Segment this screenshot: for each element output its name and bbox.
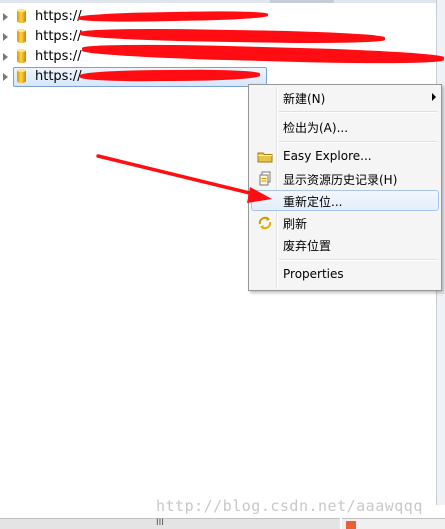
- menu-item-properties[interactable]: Properties: [251, 264, 439, 285]
- menu-item-label: Easy Explore...: [283, 149, 372, 163]
- expand-arrow-icon[interactable]: [3, 33, 8, 41]
- tree-item-label: https://: [35, 29, 82, 44]
- menu-separator: [279, 259, 437, 261]
- tree-item-label: https://: [35, 69, 82, 84]
- menu-item-label: 重新定位...: [283, 195, 343, 209]
- bottom-right-panel: [342, 518, 445, 529]
- expand-arrow-icon[interactable]: [3, 13, 8, 21]
- menu-item-checkout-as[interactable]: 检出为(A)...: [251, 116, 439, 137]
- menu-item-easy-explore[interactable]: Easy Explore...: [251, 146, 439, 167]
- tree-item-label: https://: [35, 9, 82, 24]
- menu-item-new[interactable]: 新建(N): [251, 87, 439, 108]
- repository-icon: [17, 49, 26, 63]
- expand-arrow-icon[interactable]: [3, 53, 8, 61]
- menu-item-relocate[interactable]: 重新定位...: [251, 190, 439, 211]
- repository-icon: [17, 69, 26, 83]
- menu-item-label: 刷新: [283, 217, 308, 231]
- folder-icon: [257, 152, 273, 163]
- menu-item-show-history[interactable]: 显示资源历史记录(H): [251, 168, 439, 189]
- watermark: http://blog.csdn.net/aaawqqq: [156, 497, 423, 515]
- menu-item-label: 新建(N): [283, 92, 326, 106]
- refresh-icon: [258, 216, 272, 230]
- expand-arrow-icon[interactable]: [3, 73, 8, 81]
- history-icon: [259, 171, 271, 186]
- context-menu: 新建(N) 检出为(A)... Easy Explore... 显示资源历史记录…: [248, 84, 442, 291]
- submenu-arrow-icon: [432, 93, 436, 101]
- menu-item-label: Properties: [283, 267, 344, 281]
- repository-icon: [17, 29, 26, 43]
- menu-item-label: 显示资源历史记录(H): [283, 173, 398, 187]
- menu-item-label: 废弃位置: [283, 239, 332, 253]
- horizontal-scrollbar[interactable]: [0, 518, 340, 529]
- repository-icon: [17, 9, 26, 23]
- menu-item-label: 检出为(A)...: [283, 121, 349, 135]
- top-strip: [0, 0, 445, 3]
- menu-item-discard-location[interactable]: 废弃位置: [251, 234, 439, 255]
- menu-separator: [279, 141, 437, 143]
- scrollbar-grip[interactable]: III: [156, 519, 164, 528]
- menu-separator: [279, 111, 437, 113]
- tree-item-label: https://: [35, 49, 82, 64]
- menu-item-refresh[interactable]: 刷新: [251, 212, 439, 233]
- annotation-arrow-shaft: [96, 154, 260, 197]
- top-strip-notch: [270, 0, 334, 3]
